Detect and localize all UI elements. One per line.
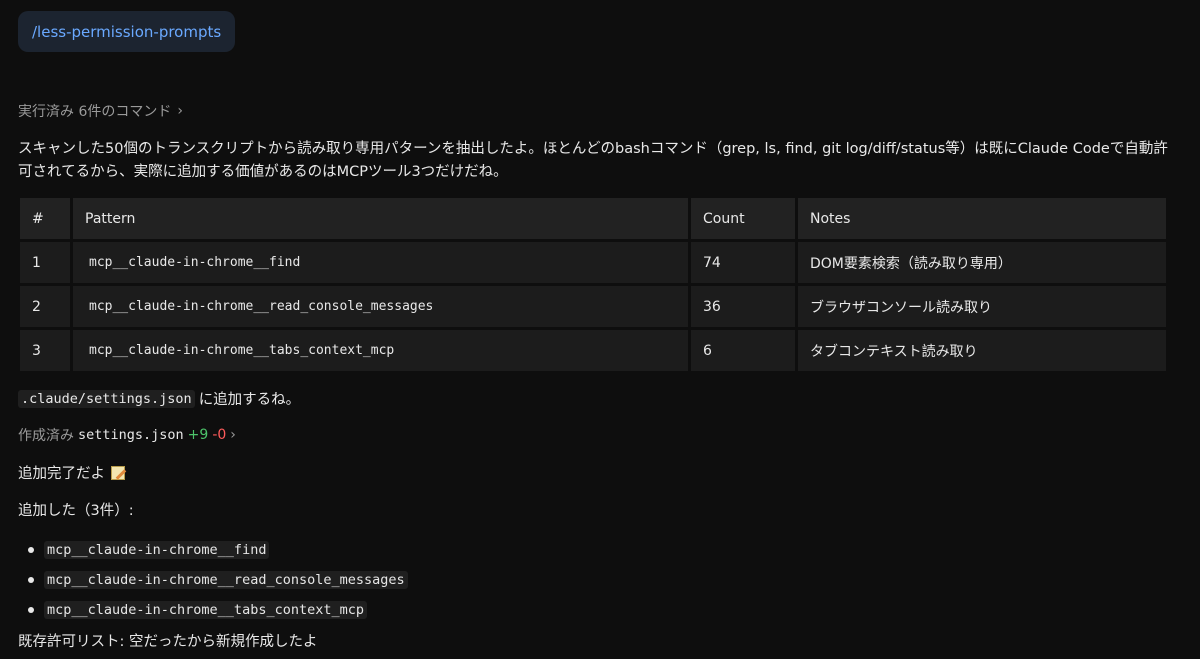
row-count: 74 [691,242,795,283]
chevron-right-icon: › [230,427,236,443]
header-notes: Notes [798,198,1166,239]
list-item: mcp__claude-in-chrome__tabs_context_mcp [18,595,408,625]
added-list: mcp__claude-in-chrome__find mcp__claude-… [18,535,408,625]
list-item: mcp__claude-in-chrome__find [18,535,408,565]
executed-commands-toggle[interactable]: 実行済み 6件のコマンド › [18,101,183,121]
table-row: 1 mcp__claude-in-chrome__find 74 DOM要素検索… [20,242,1166,283]
chat-transcript: /less-permission-prompts 実行済み 6件のコマンド › … [0,0,1200,659]
row-pattern: mcp__claude-in-chrome__tabs_context_mcp [73,330,688,371]
row-pattern: mcp__claude-in-chrome__find [73,242,688,283]
row-count: 6 [691,330,795,371]
added-heading: 追加した（3件）: [18,503,134,519]
lines-removed-badge: -0 [212,427,227,443]
done-line: 追加完了だよ [18,462,125,483]
bullet-icon [28,547,34,553]
header-count: Count [691,198,795,239]
row-number: 2 [20,286,70,327]
header-pattern: Pattern [73,198,688,239]
intro-paragraph: スキャンした50個のトランスクリプトから読み取り専用パターンを抽出したよ。ほとん… [18,141,1168,180]
created-file-toggle[interactable]: 作成済み settings.json +9 -0 › [18,425,236,445]
table-header-row: # Pattern Count Notes [20,198,1166,239]
row-notes: DOM要素検索（読み取り専用） [798,242,1166,283]
patterns-table: # Pattern Count Notes 1 mcp__claude-in-c… [17,195,1169,374]
created-label: 作成済み [18,428,74,444]
header-number: # [20,198,70,239]
bullet-icon [28,607,34,613]
row-notes: ブラウザコンソール読み取り [798,286,1166,327]
slash-command-chip[interactable]: /less-permission-prompts [18,11,236,52]
chevron-right-icon: › [177,103,183,119]
done-text: 追加完了だよ [18,466,105,482]
row-number: 1 [20,242,70,283]
added-item-code: mcp__claude-in-chrome__tabs_context_mcp [44,601,367,619]
settings-target-text: に追加するね。 [198,392,301,408]
existing-list-line: 既存許可リスト: 空だったから新規作成したよ [18,634,318,650]
added-item-code: mcp__claude-in-chrome__read_console_mess… [44,571,408,589]
table-row: 3 mcp__claude-in-chrome__tabs_context_mc… [20,330,1166,371]
row-count: 36 [691,286,795,327]
memo-icon [111,465,125,480]
row-number: 3 [20,330,70,371]
row-notes: タブコンテキスト読み取り [798,330,1166,371]
bullet-icon [28,577,34,583]
lines-added-badge: +9 [187,427,209,443]
settings-target-line: .claude/settings.json に追加するね。 [18,388,300,409]
table-row: 2 mcp__claude-in-chrome__read_console_me… [20,286,1166,327]
created-file-name: settings.json [78,427,184,443]
row-pattern: mcp__claude-in-chrome__read_console_mess… [73,286,688,327]
list-item: mcp__claude-in-chrome__read_console_mess… [18,565,408,595]
settings-path-code: .claude/settings.json [18,389,195,408]
executed-commands-label: 実行済み 6件のコマンド [18,104,172,120]
added-item-code: mcp__claude-in-chrome__find [44,541,270,559]
